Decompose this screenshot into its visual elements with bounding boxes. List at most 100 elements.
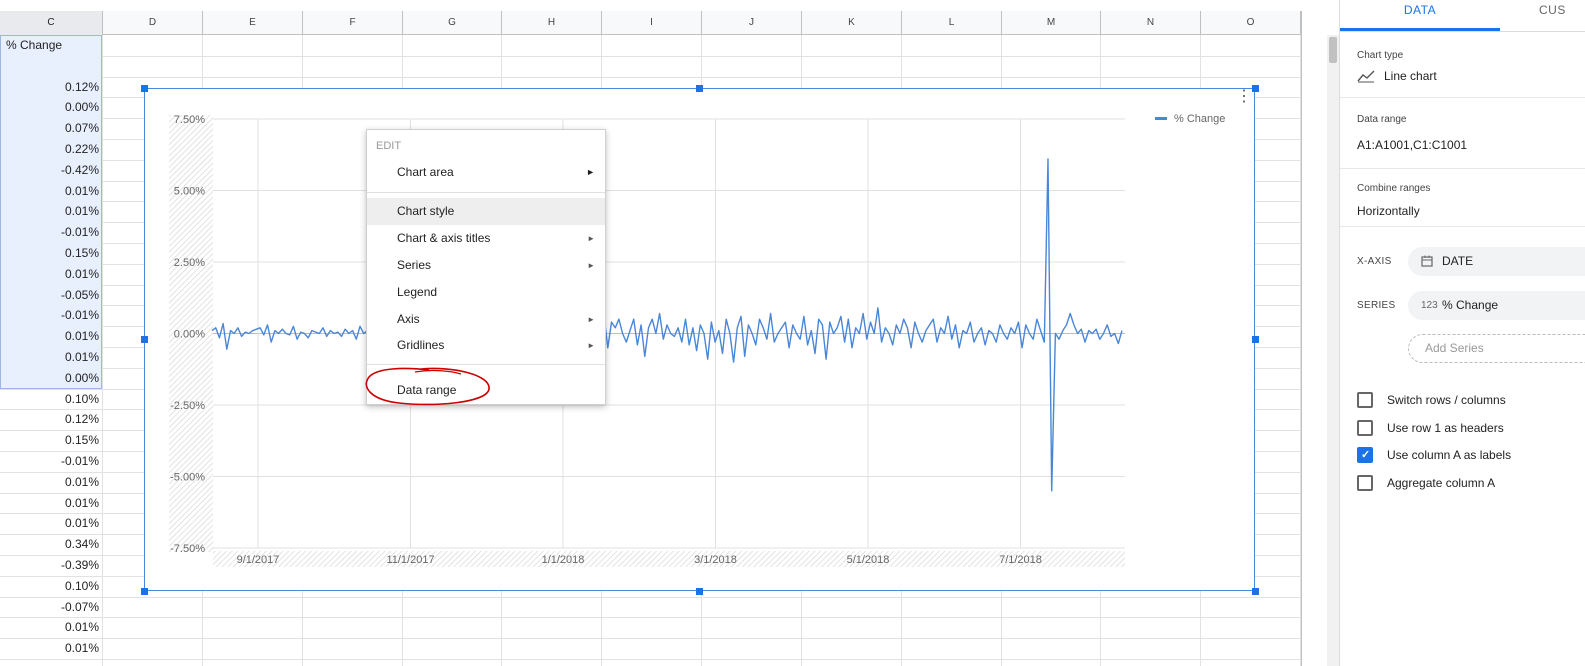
menu-item-axis[interactable]: Axis ► (367, 306, 605, 333)
resize-handle-bottom-center[interactable] (696, 588, 703, 595)
add-series-button[interactable]: Add Series (1408, 334, 1585, 363)
x-axis-chip[interactable]: DATE (1408, 247, 1585, 276)
y-tick-label: -5.00% (170, 472, 205, 484)
divider (1340, 97, 1585, 98)
y-tick-label: -7.50% (170, 543, 205, 555)
submenu-arrow-icon: ► (587, 261, 595, 270)
cell-c[interactable]: 0.07% (0, 118, 102, 139)
combine-ranges-select[interactable]: Horizontally (1357, 204, 1420, 218)
menu-item-chart-area[interactable]: Chart area ► (367, 159, 605, 186)
cell-c[interactable]: 0.15% (0, 243, 102, 264)
resize-handle-top-center[interactable] (696, 85, 703, 92)
column-header-c[interactable]: C (0, 11, 103, 35)
resize-handle-middle-left[interactable] (141, 336, 148, 343)
column-header-row: CDEFGHIJKLMNO (0, 11, 1301, 35)
cell-c[interactable]: 0.01% (0, 181, 102, 201)
checkbox-icon[interactable] (1357, 475, 1373, 491)
resize-handle-middle-right[interactable] (1252, 336, 1259, 343)
cell-c[interactable]: -0.42% (0, 160, 102, 181)
cell-c[interactable]: -0.01% (0, 305, 102, 326)
menu-item-label: Legend (397, 285, 438, 299)
menu-item-chart-axis-titles[interactable]: Chart & axis titles ► (367, 225, 605, 252)
menu-separator (367, 364, 605, 365)
series-label: SERIES (1357, 300, 1396, 311)
column-header-e[interactable]: E (203, 11, 303, 35)
checkbox-icon[interactable] (1357, 420, 1373, 436)
column-header-k[interactable]: K (802, 11, 902, 35)
menu-item-gridlines[interactable]: Gridlines ► (367, 332, 605, 359)
data-range-input[interactable]: A1:A1001,C1:C1001 (1357, 138, 1467, 152)
column-header-n[interactable]: N (1101, 11, 1201, 35)
y-tick-label: 5.00% (174, 186, 205, 198)
x-tick-label: 3/1/2018 (694, 554, 737, 566)
checkbox-checked-icon[interactable]: ✓ (1357, 447, 1373, 463)
series-chip[interactable]: 123 % Change (1408, 291, 1585, 320)
tab-customize[interactable]: CUS (1539, 0, 1585, 31)
column-header-f[interactable]: F (303, 11, 403, 35)
cell-c-header[interactable]: % Change (0, 35, 102, 56)
resize-handle-bottom-left[interactable] (141, 588, 148, 595)
menu-item-label: Series (397, 258, 432, 272)
cell-c[interactable]: 0.10% (0, 389, 102, 409)
cell-c[interactable]: -0.07% (0, 597, 102, 617)
cell-c[interactable]: 0.15% (0, 430, 102, 451)
column-gridline (102, 35, 103, 666)
column-header-j[interactable]: J (702, 11, 802, 35)
cell-c[interactable]: 0.10% (0, 576, 102, 597)
menu-item-data-range[interactable]: Data range (367, 377, 605, 404)
cell-c[interactable]: 0.01% (0, 617, 102, 638)
chart-editor-panel: DATA CUS Chart type Line chart Data rang… (1339, 0, 1585, 666)
cell-c[interactable]: -0.39% (0, 555, 102, 576)
resize-handle-top-right[interactable] (1252, 85, 1259, 92)
cell-c[interactable]: 0.01% (0, 326, 102, 347)
row-gridline (0, 77, 1301, 78)
row-gridline (0, 597, 1301, 598)
cell-c[interactable]: 0.00% (0, 368, 102, 389)
menu-item-chart-style[interactable]: Chart style (367, 198, 605, 225)
cell-c[interactable]: 0.22% (0, 139, 102, 160)
chart-type-selector[interactable]: Line chart (1357, 66, 1585, 88)
submenu-arrow-icon: ► (587, 234, 595, 243)
cell-c[interactable]: 0.01% (0, 472, 102, 493)
x-tick-label: 7/1/2018 (999, 554, 1042, 566)
chart-type-value: Line chart (1384, 69, 1437, 83)
cell-c[interactable]: 0.34% (0, 534, 102, 555)
row-gridline (0, 659, 1301, 660)
cell-c[interactable]: 0.12% (0, 77, 102, 97)
column-header-d[interactable]: D (103, 11, 203, 35)
submenu-arrow-icon: ► (586, 167, 595, 177)
cell-c[interactable]: -0.01% (0, 222, 102, 243)
line-chart[interactable]: 7.50% 5.00% 2.50% 0.00% -2.50% -5.00% -7.50% 9/… (144, 88, 1255, 591)
cell-c[interactable]: 0.00% (0, 97, 102, 118)
cell-c[interactable]: 0.12% (0, 409, 102, 430)
row-gridline (0, 617, 1301, 618)
cell-c[interactable]: 0.01% (0, 638, 102, 659)
resize-handle-top-left[interactable] (141, 85, 148, 92)
tab-divider (1340, 31, 1585, 32)
menu-item-legend[interactable]: Legend (367, 279, 605, 306)
tab-data[interactable]: DATA (1340, 0, 1500, 31)
cell-c[interactable]: -0.05% (0, 285, 102, 305)
column-header-i[interactable]: I (602, 11, 702, 35)
cell-c[interactable]: 0.01% (0, 201, 102, 222)
checkbox-icon[interactable] (1357, 392, 1373, 408)
column-header-g[interactable]: G (403, 11, 502, 35)
column-header-l[interactable]: L (902, 11, 1002, 35)
chart-more-options-icon[interactable]: ⋮ (1236, 89, 1252, 114)
vertical-scrollbar[interactable] (1327, 35, 1339, 666)
cell-c[interactable]: -0.01% (0, 451, 102, 472)
cell-c[interactable]: 0.01% (0, 513, 102, 534)
x-tick-label: 9/1/2017 (237, 554, 280, 566)
cell-c[interactable]: 0.01% (0, 493, 102, 513)
resize-handle-bottom-right[interactable] (1252, 588, 1259, 595)
column-header-o[interactable]: O (1201, 11, 1301, 35)
scrollbar-thumb[interactable] (1329, 37, 1337, 63)
column-header-h[interactable]: H (502, 11, 602, 35)
chart-type-label: Chart type (1357, 50, 1404, 61)
menu-item-series[interactable]: Series ► (367, 252, 605, 279)
cell-c[interactable]: 0.01% (0, 264, 102, 285)
cell-c[interactable] (0, 56, 102, 77)
cell-c[interactable]: 0.01% (0, 347, 102, 368)
y-tick-label: 7.50% (174, 114, 205, 126)
column-header-m[interactable]: M (1002, 11, 1101, 35)
